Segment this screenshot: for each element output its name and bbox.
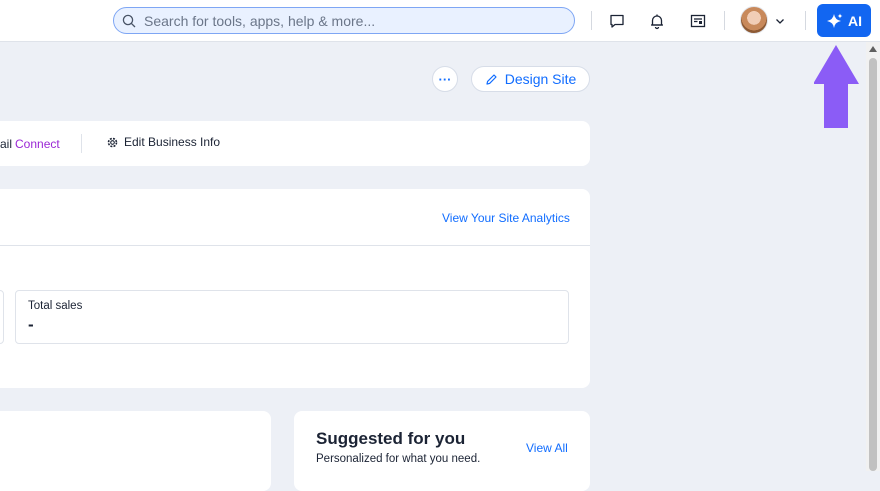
gear-icon [107, 137, 118, 147]
more-actions-label: ··· [438, 71, 452, 87]
site-preview-button[interactable] [686, 9, 710, 33]
view-analytics-link[interactable]: View Your Site Analytics [442, 211, 570, 225]
search-bar[interactable] [113, 7, 575, 34]
total-sales-label: Total sales [28, 300, 83, 312]
suggested-card: Suggested for you Personalized for what … [294, 411, 590, 491]
top-bar: AI [0, 0, 880, 42]
stat-box [0, 290, 4, 344]
total-sales-box: Total sales - [15, 290, 569, 344]
search-input[interactable] [142, 11, 542, 30]
chevron-down-icon [776, 19, 784, 24]
browser-icon [690, 14, 706, 28]
design-site-button[interactable]: Design Site [471, 66, 590, 92]
scrollbar[interactable] [866, 42, 880, 471]
messages-button[interactable] [605, 9, 629, 33]
design-site-label: Design Site [504, 71, 577, 87]
divider [0, 245, 590, 246]
analytics-card: View Your Site Analytics Total sales - [0, 189, 590, 388]
scroll-thumb[interactable] [869, 58, 877, 471]
more-actions-button[interactable]: ··· [432, 66, 458, 92]
edit-business-info-button[interactable]: Edit Business Info [106, 135, 220, 149]
account-menu-button[interactable] [768, 9, 792, 33]
edit-business-info-label: Edit Business Info [124, 135, 221, 149]
view-all-link[interactable]: View All [526, 441, 568, 455]
divider [591, 11, 592, 30]
bell-icon [651, 14, 663, 30]
scroll-up-arrow[interactable] [869, 46, 877, 52]
pencil-icon [486, 73, 497, 85]
suggested-subtitle: Personalized for what you need. [316, 453, 481, 465]
divider [805, 11, 806, 30]
suggested-title: Suggested for you [316, 429, 466, 448]
chat-icon [610, 14, 624, 28]
email-label: ail [0, 137, 13, 151]
search-icon [122, 14, 136, 27]
total-sales-value: - [28, 315, 34, 334]
connect-email-link[interactable]: Connect [15, 137, 60, 151]
sparkle-icon [827, 13, 843, 28]
divider [81, 134, 82, 153]
avatar[interactable] [740, 6, 768, 34]
ai-button-label: AI [848, 12, 862, 29]
business-info-card: ail Connect Edit Business Info [0, 121, 590, 166]
ai-button[interactable]: AI [817, 4, 871, 37]
bottom-left-card [0, 411, 271, 491]
notifications-button[interactable] [645, 9, 669, 33]
divider [724, 11, 725, 30]
annotation-arrow-icon [814, 45, 859, 128]
